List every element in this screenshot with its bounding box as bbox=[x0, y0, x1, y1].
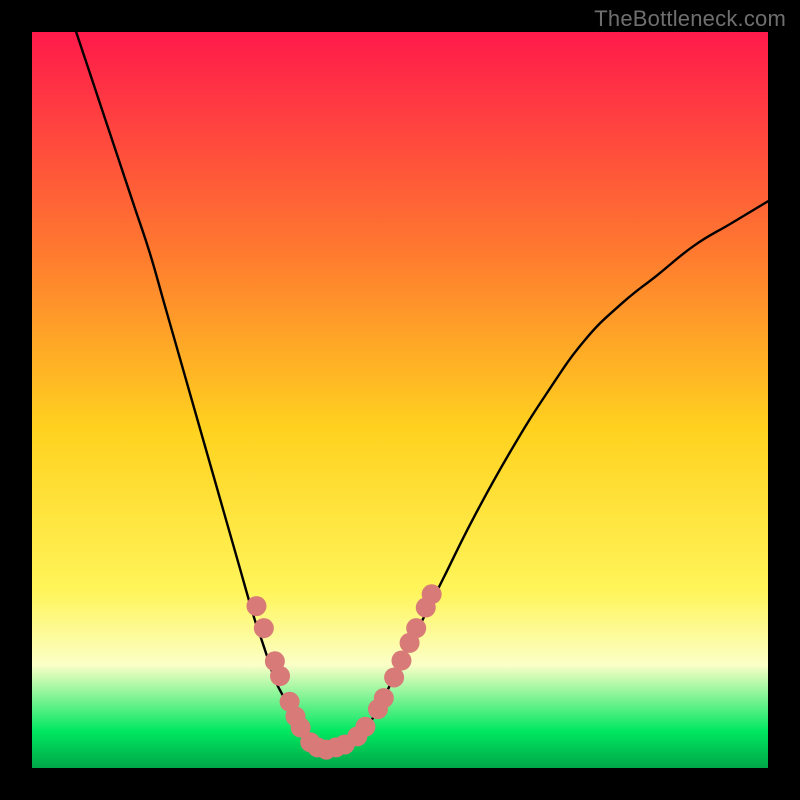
highlight-dot bbox=[391, 651, 411, 671]
highlight-dot bbox=[355, 717, 375, 737]
chart-svg bbox=[32, 32, 768, 768]
chart-plot-area bbox=[32, 32, 768, 768]
watermark-text: TheBottleneck.com bbox=[594, 6, 786, 32]
highlight-dot bbox=[422, 584, 442, 604]
chart-frame: TheBottleneck.com bbox=[0, 0, 800, 800]
highlight-dot bbox=[270, 666, 290, 686]
highlight-dot bbox=[374, 688, 394, 708]
highlight-dot bbox=[254, 618, 274, 638]
highlight-dot bbox=[406, 618, 426, 638]
highlight-dot bbox=[246, 596, 266, 616]
